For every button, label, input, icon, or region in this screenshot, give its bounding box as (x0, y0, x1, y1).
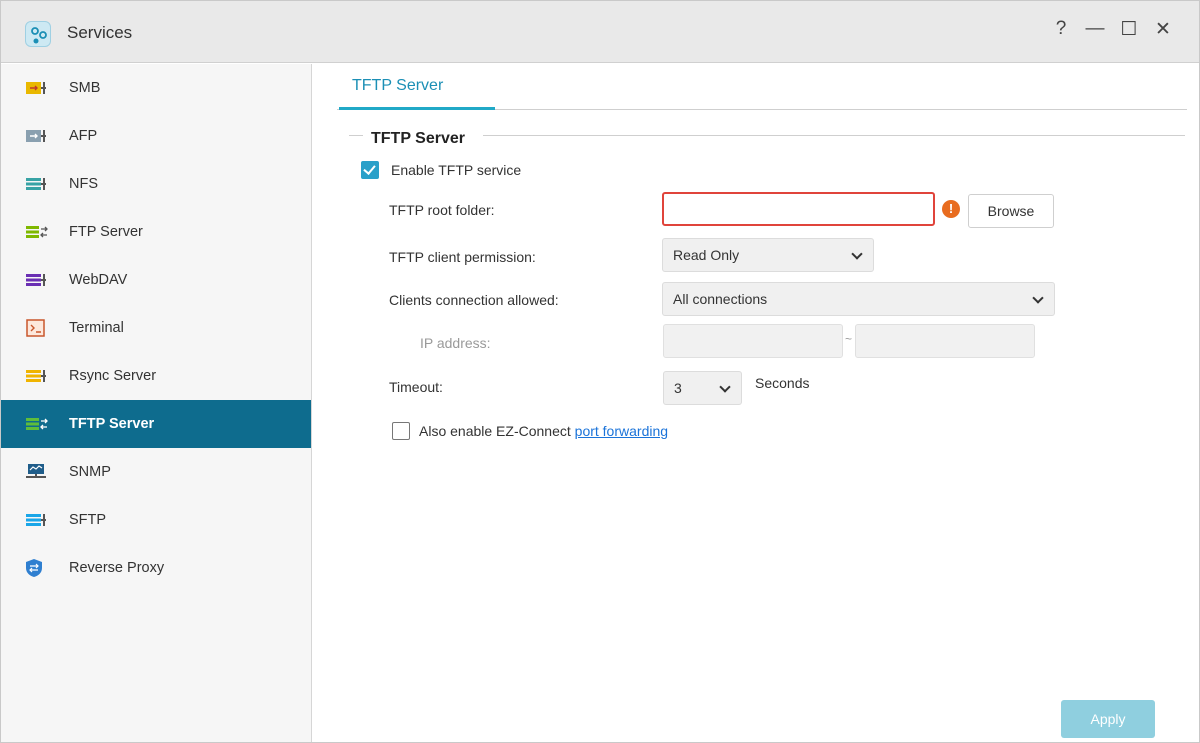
sidebar-item-label: FTP Server (69, 224, 143, 240)
window-title: Services (67, 23, 133, 42)
tab-tftp-server[interactable]: TFTP Server (339, 64, 495, 110)
sidebar-item-label: Reverse Proxy (69, 560, 165, 576)
port-forwarding-link[interactable]: port forwarding (575, 423, 668, 439)
sidebar-item-nfs[interactable]: NFS (1, 160, 311, 208)
ezconnect-text: Also enable EZ-Connect (419, 423, 571, 439)
terminal-icon (26, 319, 48, 337)
ip-start-input[interactable] (663, 324, 843, 358)
clients-connection-label: Clients connection allowed: (389, 292, 559, 308)
root-folder-label: TFTP root folder: (389, 202, 495, 218)
minimize-button[interactable]: — (1081, 18, 1109, 40)
clients-connection-select[interactable]: All connections (662, 282, 1055, 316)
shield-icon (26, 559, 48, 577)
main-panel: TFTP Server TFTP Server Enable TFTP serv… (313, 64, 1199, 742)
enable-tftp-label: Enable TFTP service (391, 162, 522, 178)
chevron-down-icon (1032, 292, 1044, 304)
chevron-down-icon (719, 381, 731, 393)
maximize-button[interactable]: ☐ (1115, 18, 1143, 41)
services-app-icon (25, 21, 51, 47)
sidebar-item-label: TFTP Server (69, 416, 155, 432)
permission-select[interactable]: Read Only (662, 238, 874, 272)
sidebar-item-label: WebDAV (69, 272, 128, 288)
sidebar-item-rsync-server[interactable]: Rsync Server (1, 352, 311, 400)
warning-icon: ! (942, 200, 960, 218)
close-button[interactable]: ✕ (1149, 18, 1177, 41)
sidebar-item-label: AFP (69, 128, 98, 144)
title-bar: Services ? — ☐ ✕ (1, 1, 1199, 63)
smb-icon (26, 79, 48, 97)
rsync-icon (26, 367, 48, 385)
fieldset-rule-left (349, 135, 363, 136)
timeout-select[interactable]: 3 (663, 371, 742, 405)
sidebar: SMB AFP NFS FTP Server WebDAV Terminal R… (1, 64, 312, 742)
timeout-value: 3 (674, 380, 682, 396)
nfs-icon (26, 175, 48, 193)
sidebar-item-ftp-server[interactable]: FTP Server (1, 208, 311, 256)
chevron-down-icon (851, 248, 863, 260)
ip-end-input[interactable] (855, 324, 1035, 358)
browse-button[interactable]: Browse (968, 194, 1054, 228)
sidebar-item-afp[interactable]: AFP (1, 112, 311, 160)
fieldset-rule-right (483, 135, 1185, 136)
checkmark-icon (363, 162, 376, 175)
sidebar-item-snmp[interactable]: SNMP (1, 448, 311, 496)
sidebar-item-label: SMB (69, 80, 101, 96)
sidebar-item-webdav[interactable]: WebDAV (1, 256, 311, 304)
help-button[interactable]: ? (1047, 18, 1075, 40)
webdav-icon (26, 271, 48, 289)
tab-bar: TFTP Server (337, 64, 1187, 110)
sidebar-item-smb[interactable]: SMB (1, 64, 311, 112)
ezconnect-checkbox[interactable] (392, 422, 410, 440)
sidebar-item-sftp[interactable]: SFTP (1, 496, 311, 544)
apply-button[interactable]: Apply (1061, 700, 1155, 738)
timeout-label: Timeout: (389, 379, 443, 395)
snmp-icon (26, 463, 48, 481)
tftp-icon (26, 415, 48, 433)
section-title: TFTP Server (371, 130, 465, 147)
permission-label: TFTP client permission: (389, 249, 536, 265)
enable-tftp-checkbox[interactable] (361, 161, 379, 179)
sidebar-item-terminal[interactable]: Terminal (1, 304, 311, 352)
sidebar-item-label: Rsync Server (69, 368, 157, 384)
sidebar-item-label: SNMP (69, 464, 111, 480)
sidebar-item-label: NFS (69, 176, 98, 192)
root-folder-input[interactable] (662, 192, 935, 226)
services-window: Services ? — ☐ ✕ SMB AFP NFS FTP Server … (0, 0, 1200, 743)
sidebar-item-label: Terminal (69, 320, 124, 336)
permission-value: Read Only (673, 247, 740, 263)
sidebar-item-reverse-proxy[interactable]: Reverse Proxy (1, 544, 311, 592)
afp-icon (26, 127, 48, 145)
sftp-icon (26, 511, 48, 529)
ezconnect-label: Also enable EZ-Connect port forwarding (419, 423, 668, 439)
sidebar-item-label: SFTP (69, 512, 107, 528)
timeout-unit: Seconds (755, 375, 810, 391)
sidebar-item-tftp-server[interactable]: TFTP Server (1, 400, 311, 448)
ip-address-label: IP address: (420, 335, 491, 351)
ip-range-separator: ~ (845, 332, 853, 346)
clients-connection-value: All connections (673, 291, 768, 307)
ftp-icon (26, 223, 48, 241)
